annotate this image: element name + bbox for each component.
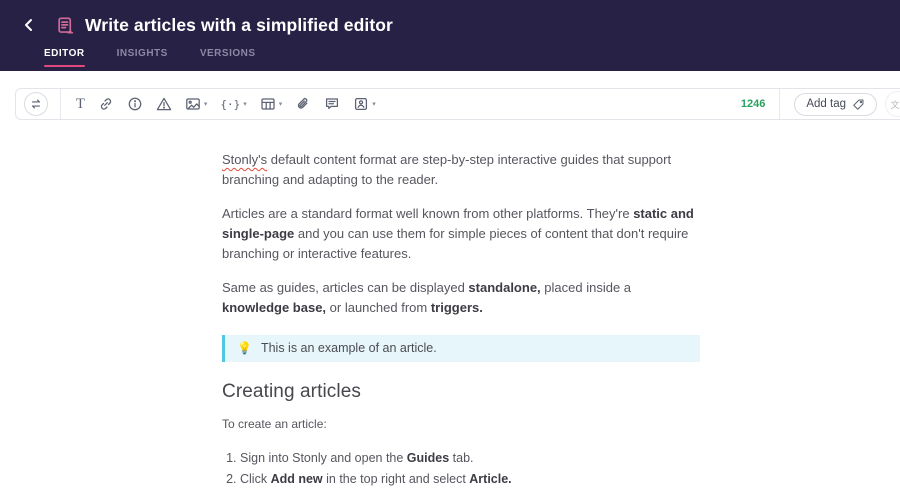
toolbar-divider <box>779 89 781 119</box>
article-document-icon <box>56 16 75 35</box>
chevron-down-icon: ▾ <box>203 101 208 108</box>
paragraph[interactable]: Articles are a standard format well know… <box>222 204 700 264</box>
info-callout[interactable]: 💡 This is an example of an article. <box>222 335 700 362</box>
tab-editor[interactable]: EDITOR <box>44 48 85 67</box>
translate-button[interactable]: 文A <box>885 91 900 117</box>
add-tag-label: Add tag <box>806 98 846 110</box>
editor-toolbar: T ▾ {·} ▾ ▾ ▾ 1246 Add tag 文 <box>15 88 900 120</box>
tab-insights[interactable]: INSIGHTS <box>117 48 168 67</box>
text-format-button[interactable]: T <box>73 94 88 114</box>
paragraph[interactable]: Stonly's default content format are step… <box>222 150 700 190</box>
list-item[interactable]: Click Add new in the top right and selec… <box>240 469 700 490</box>
paragraph[interactable]: Same as guides, articles can be displaye… <box>222 278 700 318</box>
warning-button[interactable] <box>153 93 175 115</box>
swap-arrows-icon <box>31 99 41 109</box>
app-header: Write articles with a simplified editor … <box>0 0 900 71</box>
text-icon: T <box>76 96 85 112</box>
link-button[interactable] <box>95 93 117 115</box>
callout-text: This is an example of an article. <box>260 341 437 355</box>
note-button[interactable] <box>321 93 343 115</box>
chevron-down-icon: ▾ <box>243 101 247 108</box>
add-tag-button[interactable]: Add tag <box>794 92 877 116</box>
note-icon <box>326 98 339 110</box>
lightbulb-icon: 💡 <box>237 341 252 355</box>
tag-icon <box>853 99 864 110</box>
info-icon <box>128 97 142 111</box>
translate-icon: 文A <box>890 99 900 110</box>
intro-line[interactable]: To create an article: <box>222 414 700 434</box>
editor-canvas[interactable]: Stonly's default content format are step… <box>222 150 700 490</box>
code-snippet-icon: {·} <box>220 97 241 111</box>
chevron-down-icon: ▾ <box>372 101 376 108</box>
section-heading[interactable]: Creating articles <box>222 381 700 403</box>
page-title: Write articles with a simplified editor <box>85 14 393 35</box>
link-icon <box>100 98 111 110</box>
image-icon <box>186 98 200 110</box>
header-tabs: EDITOR INSIGHTS VERSIONS <box>44 48 900 67</box>
list-item[interactable]: Sign into Stonly and open the Guides tab… <box>240 448 700 469</box>
toolbar-divider <box>60 89 61 119</box>
tab-versions[interactable]: VERSIONS <box>200 48 256 67</box>
chevron-down-icon: ▾ <box>278 101 283 108</box>
paperclip-icon <box>298 98 308 109</box>
warning-icon <box>156 97 172 111</box>
image-button[interactable]: ▾ <box>182 93 211 115</box>
code-snippet-button[interactable]: {·} ▾ <box>217 95 249 114</box>
swap-arrows-button[interactable] <box>24 92 48 116</box>
back-chevron-icon[interactable] <box>18 14 40 36</box>
character-count: 1246 <box>740 98 766 110</box>
table-button[interactable]: ▾ <box>257 93 286 115</box>
info-button[interactable] <box>124 93 146 115</box>
embed-guide-icon <box>355 97 368 111</box>
embed-guide-button[interactable]: ▾ <box>350 93 379 115</box>
numbered-list[interactable]: Sign into Stonly and open the Guides tab… <box>225 448 700 490</box>
attachment-button[interactable] <box>292 93 314 115</box>
table-icon <box>261 98 275 110</box>
